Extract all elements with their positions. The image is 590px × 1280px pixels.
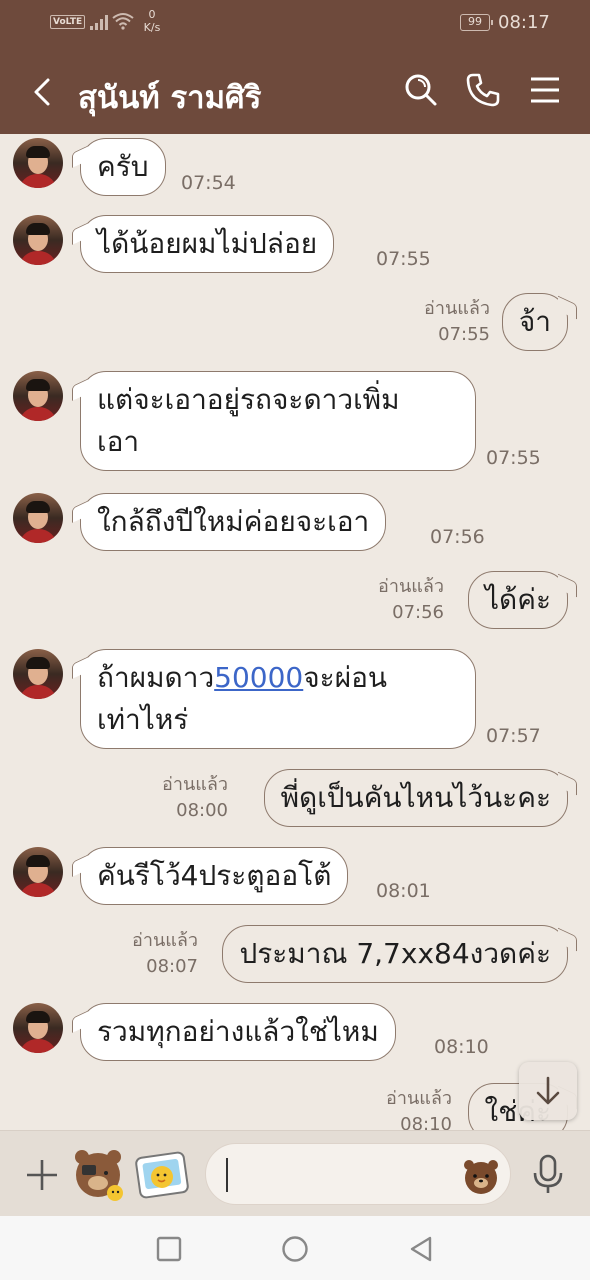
system-nav-bar bbox=[0, 1216, 590, 1280]
message-bubble[interactable]: ถ้าผมดาว50000จะผ่อน เท่าไหร่ bbox=[80, 649, 476, 749]
message-input-bar bbox=[0, 1130, 590, 1216]
volte-indicator: VoLTE bbox=[50, 15, 86, 29]
message-bubble[interactable]: ใกล้ถึงปีใหม่ค่อยจะเอา bbox=[80, 493, 387, 551]
status-time: 08:17 bbox=[498, 12, 550, 33]
arrow-down-icon bbox=[536, 1076, 560, 1105]
message-time: 07:54 bbox=[181, 172, 236, 194]
search-icon[interactable] bbox=[403, 72, 439, 108]
message-bubble[interactable]: ครับ bbox=[80, 138, 166, 196]
phone-number-link[interactable]: 50000 bbox=[214, 661, 303, 694]
avatar[interactable] bbox=[13, 371, 63, 421]
menu-icon[interactable] bbox=[527, 72, 563, 108]
avatar[interactable] bbox=[13, 847, 63, 897]
read-receipt: อ่านแล้ว 08:10 bbox=[386, 1088, 452, 1130]
photo-icon[interactable] bbox=[134, 1149, 190, 1201]
recents-icon[interactable] bbox=[154, 1234, 184, 1264]
message-time: 07:55 bbox=[376, 248, 431, 270]
battery-icon: 99 bbox=[460, 14, 493, 31]
status-bar: VoLTE 0 K/s 99 08:17 bbox=[0, 0, 590, 48]
message-time: 08:10 bbox=[434, 1036, 489, 1058]
chat-header: สุนันท์ รามศิริ bbox=[0, 48, 590, 134]
message-time: 07:56 bbox=[430, 526, 485, 548]
message-time: 08:01 bbox=[376, 880, 431, 902]
back-icon[interactable] bbox=[24, 72, 60, 112]
microphone-icon[interactable] bbox=[530, 1153, 566, 1195]
read-receipt: อ่านแล้ว 07:55 bbox=[424, 298, 490, 345]
message-input[interactable] bbox=[226, 1158, 446, 1192]
avatar[interactable] bbox=[13, 138, 63, 188]
scroll-to-bottom-button[interactable] bbox=[519, 1062, 577, 1120]
avatar[interactable] bbox=[13, 493, 63, 543]
message-bubble[interactable]: ได้ค่ะ bbox=[467, 571, 568, 629]
chat-title: สุนันท์ รามศิริ bbox=[78, 80, 262, 116]
avatar[interactable] bbox=[13, 649, 63, 699]
message-bubble[interactable]: คันรีโว้4ประตูออโต้ bbox=[80, 847, 349, 905]
message-bubble[interactable]: จ้า bbox=[501, 293, 568, 351]
message-field[interactable] bbox=[205, 1143, 511, 1205]
phone-icon[interactable] bbox=[465, 72, 501, 108]
message-bubble[interactable]: ได้น้อยผมไม่ปล่อย bbox=[80, 215, 335, 273]
network-speed: 0 K/s bbox=[143, 8, 161, 34]
message-time: 07:57 bbox=[486, 725, 541, 747]
message-bubble[interactable]: ประมาณ 7,7xx84งวดค่ะ bbox=[222, 925, 568, 983]
signal-icon bbox=[90, 15, 108, 30]
plus-icon[interactable] bbox=[24, 1157, 60, 1193]
read-receipt: อ่านแล้ว 08:00 bbox=[162, 774, 228, 821]
home-icon[interactable] bbox=[280, 1234, 310, 1264]
avatar[interactable] bbox=[13, 215, 63, 265]
avatar[interactable] bbox=[13, 1003, 63, 1053]
message-time: 07:55 bbox=[486, 447, 541, 469]
message-bubble[interactable]: รวมทุกอย่างแล้วใช่ไหม bbox=[80, 1003, 396, 1061]
message-bubble[interactable]: พี่ดูเป็นคันไหนไว้นะคะ bbox=[263, 769, 568, 827]
read-receipt: อ่านแล้ว 07:56 bbox=[378, 576, 444, 623]
chat-area[interactable]: ครับ 07:54 ได้น้อยผมไม่ปล่อย 07:55 อ่านแ… bbox=[0, 134, 590, 1130]
read-receipt: อ่านแล้ว 08:07 bbox=[132, 930, 198, 977]
sticker-icon[interactable] bbox=[70, 1145, 128, 1203]
message-bubble[interactable]: แต่จะเอาอยู่รถจะดาวเพิ่ม เอา bbox=[80, 371, 476, 471]
wifi-icon bbox=[112, 13, 134, 30]
emoji-icon[interactable] bbox=[461, 1156, 501, 1196]
nav-back-icon[interactable] bbox=[406, 1234, 436, 1264]
